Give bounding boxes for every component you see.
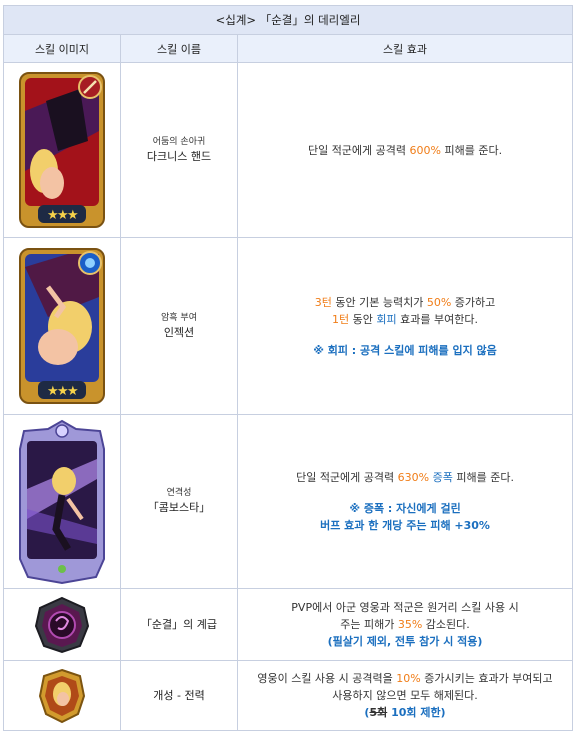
header-skill-name: 스킬 이름 — [120, 34, 238, 63]
table-row: ★ ★ ★ 어둠의 손아귀 다크니스 핸드 단일 적군에게 공격력 600% 피… — [3, 62, 574, 238]
skill-name-cell: 어둠의 손아귀 다크니스 핸드 — [120, 62, 238, 238]
injection-skill-card-icon: ★ ★ ★ — [19, 248, 105, 404]
skill-image-cell: ★ ★ ★ — [3, 237, 121, 415]
skill-name: 「순결」의 계급 — [120, 588, 238, 661]
effect-text: 주는 피해가 — [340, 618, 398, 631]
effect-text: 단일 적군에게 공격력 — [307, 143, 410, 157]
dark-fist-skill-card-icon: ★ ★ ★ — [19, 72, 105, 228]
skill-table: <십계> 「순결」의 데리엘리 스킬 이미지 스킬 이름 스킬 효과 ★ ★ ★ — [2, 5, 574, 731]
trait-combat-power-icon — [38, 668, 86, 723]
effect-text: 감소된다. — [422, 618, 470, 631]
effect-keyword: 증폭 — [432, 471, 453, 484]
effect-line: PVP에서 아군 영웅과 적군은 원거리 스킬 사용 시 — [291, 601, 519, 614]
svg-text:★: ★ — [67, 208, 79, 223]
effect-line: 3턴 동안 기본 능력치가 50% 증가하고 — [238, 294, 572, 311]
skill-effect-cell: 영웅이 스킬 사용 시 공격력을 10% 증가시키는 효과가 부여되고 사용하지… — [236, 660, 574, 731]
skill-subtitle: 연격성 — [166, 488, 192, 498]
effect-text: 동안 기본 능력치가 — [331, 295, 427, 309]
skill-name: 「콤보스타」 — [147, 501, 211, 514]
table-row: ★ ★ ★ 암흑 부여 인젝션 3턴 동안 기본 능력치가 50% 증가하고 1… — [3, 237, 574, 415]
header-skill-image: 스킬 이미지 — [3, 34, 121, 63]
effect-text: 증가시키는 효과가 부여되고 — [420, 672, 553, 685]
skill-image-cell — [3, 414, 121, 589]
skill-name-cell: 암흑 부여 인젝션 — [120, 237, 238, 415]
skill-effect-cell: PVP에서 아군 영웅과 적군은 원거리 스킬 사용 시 주는 피해가 35% … — [236, 588, 574, 661]
effect-value: 1턴 — [332, 312, 350, 326]
effect-note: ※ 회피 : 공격 스킬에 피해를 입지 않음 — [313, 343, 497, 357]
effect-value: 10% — [396, 672, 421, 685]
effect-note: (필살기 제외, 전투 참가 시 적용) — [327, 635, 483, 648]
effect-line: 1턴 동안 회피 효과를 부여한다. — [238, 311, 572, 328]
effect-keyword: 회피 — [376, 312, 397, 326]
combo-star-ultimate-card-icon — [19, 419, 105, 584]
effect-note: (5회 10회 제한) — [364, 706, 446, 719]
effect-text: 증가하고 — [451, 295, 496, 309]
skill-subtitle: 어둠의 손아귀 — [152, 136, 206, 147]
effect-value: 600% — [409, 143, 441, 157]
effect-text: 동안 — [349, 312, 377, 326]
skill-image-cell: ★ ★ ★ — [3, 62, 121, 238]
effect-line: 단일 적군에게 공격력 630% 증폭 피해를 준다. — [238, 469, 572, 486]
svg-text:★: ★ — [67, 384, 79, 399]
skill-image-cell — [3, 660, 121, 731]
skill-name: 인젝션 — [163, 325, 195, 339]
effect-text: 피해를 준다. — [452, 471, 514, 484]
effect-value: 35% — [397, 618, 423, 631]
table-title: <십계> 「순결」의 데리엘리 — [2, 5, 574, 35]
effect-value: 630% — [397, 471, 430, 484]
table-row: 개성 - 전력 영웅이 스킬 사용 시 공격력을 10% 증가시키는 효과가 부… — [3, 660, 574, 731]
skill-name-cell: 연격성 「콤보스타」 — [120, 414, 238, 589]
effect-note: ※ 증폭 : 자신에게 걸린 — [349, 502, 461, 515]
purity-hierarchy-passive-icon — [34, 596, 90, 653]
skill-name: 다크니스 핸드 — [146, 149, 212, 163]
skill-name: 개성 - 전력 — [120, 660, 238, 731]
effect-value: 50% — [426, 295, 452, 309]
skill-subtitle: 암흑 부여 — [161, 312, 197, 323]
skill-effect-cell: 3턴 동안 기본 능력치가 50% 증가하고 1턴 동안 회피 효과를 부여한다… — [236, 237, 574, 415]
effect-note: 버프 효과 한 개당 주는 피해 +30% — [320, 519, 490, 532]
effect-text: 효과를 부여한다. — [396, 312, 478, 326]
effect-text: 영웅이 스킬 사용 시 공격력을 — [257, 672, 397, 685]
effect-text: 피해를 준다. — [440, 143, 503, 157]
effect-text: 단일 적군에게 공격력 — [296, 471, 398, 484]
effect-line: 사용하지 않으면 모두 해제된다. — [332, 689, 478, 702]
table-row: 연격성 「콤보스타」 단일 적군에게 공격력 630% 증폭 피해를 준다. ※… — [3, 414, 574, 589]
effect-line: 영웅이 스킬 사용 시 공격력을 10% 증가시키는 효과가 부여되고 — [238, 670, 572, 687]
table-row: 「순결」의 계급 PVP에서 아군 영웅과 적군은 원거리 스킬 사용 시 주는… — [3, 588, 574, 661]
skill-effect-cell: 단일 적군에게 공격력 600% 피해를 준다. — [236, 62, 574, 238]
struck-value: 5회 — [369, 706, 388, 719]
effect-value: 3턴 — [314, 295, 332, 309]
header-skill-effect: 스킬 효과 — [236, 34, 574, 63]
skill-image-cell — [3, 588, 121, 661]
effect-line: 주는 피해가 35% 감소된다. — [238, 616, 572, 633]
skill-effect-cell: 단일 적군에게 공격력 630% 증폭 피해를 준다. ※ 증폭 : 자신에게 … — [236, 414, 574, 589]
